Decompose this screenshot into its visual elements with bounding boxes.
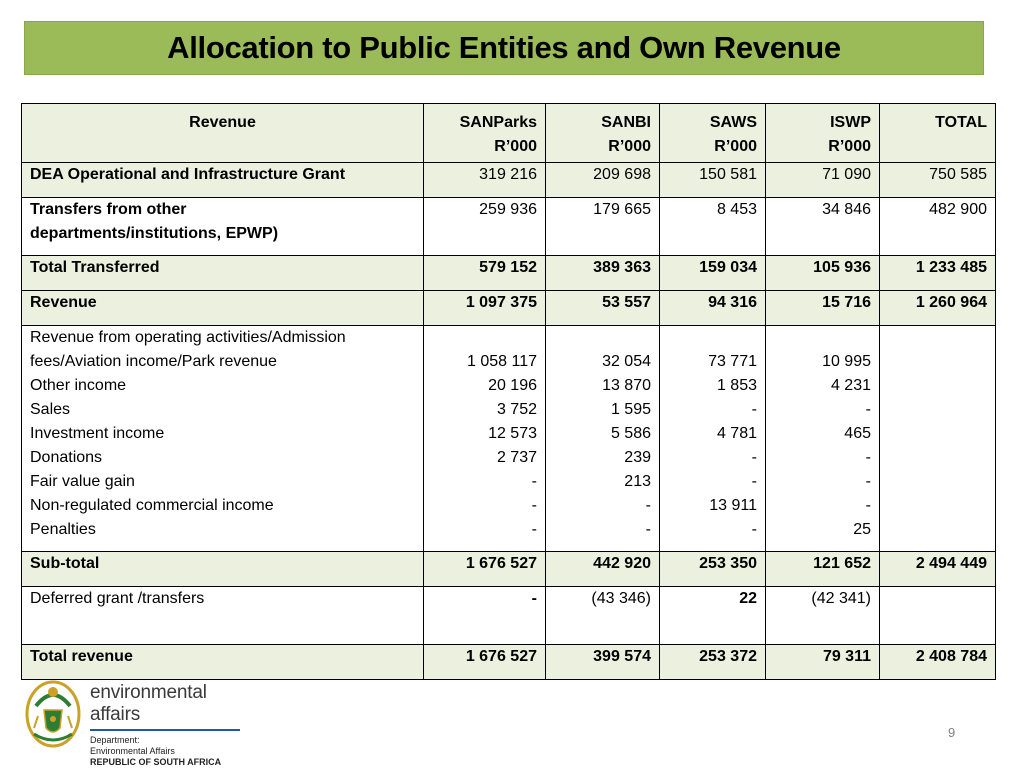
cell-value: 1 260 964 [879, 290, 996, 326]
cell-value [879, 586, 996, 645]
cell-value: 34 846 [765, 197, 880, 256]
cell-value-list: 10 995 4 231-465- - -25 [765, 325, 880, 552]
row-label: Total revenue [21, 644, 424, 680]
cell-value: 482 900 [879, 197, 996, 256]
cell-value: 105 936 [765, 255, 880, 291]
cell-value: 22 [659, 586, 766, 645]
cell-value: 389 363 [545, 255, 660, 291]
cell-value: 209 698 [545, 162, 660, 198]
row-label: Deferred grant /transfers [21, 586, 424, 645]
cell-value: 259 936 [423, 197, 546, 256]
logo-sub-line: Environmental Affairs [90, 746, 175, 756]
cell-value: 53 557 [545, 290, 660, 326]
table-row: Revenue from operating activities/Admiss… [21, 325, 996, 552]
row-label: Total Transferred [21, 255, 424, 291]
cell-value-list [879, 325, 996, 552]
cell-value: 121 652 [765, 551, 880, 587]
cell-value: 1 676 527 [423, 644, 546, 680]
cell-value: 8 453 [659, 197, 766, 256]
header-revenue: Revenue [21, 103, 424, 163]
table-row: DEA Operational and Infrastructure Grant… [21, 162, 996, 198]
header-saws: SAWS R’000 [659, 103, 766, 163]
cell-value-list: 1 058 117 20 196 3 752 12 573 2 737- - - [423, 325, 546, 552]
title-banner: Allocation to Public Entities and Own Re… [24, 21, 984, 75]
coat-of-arms-icon [25, 680, 81, 748]
page-number: 9 [948, 725, 956, 740]
page-title: Allocation to Public Entities and Own Re… [167, 30, 841, 65]
cell-value: 319 216 [423, 162, 546, 198]
row-label: Revenue [21, 290, 424, 326]
cell-value: (42 341) [765, 586, 880, 645]
header-total: TOTAL [879, 103, 996, 163]
cell-value: 79 311 [765, 644, 880, 680]
cell-value: 15 716 [765, 290, 880, 326]
cell-value: 750 585 [879, 162, 996, 198]
logo-divider [90, 729, 240, 731]
cell-value: 253 350 [659, 551, 766, 587]
table-row: Transfers from other departments/institut… [21, 197, 996, 256]
cell-value: 2 494 449 [879, 551, 996, 587]
cell-value: 1 097 375 [423, 290, 546, 326]
logo-sub-line: Department: [90, 735, 140, 745]
row-label: DEA Operational and Infrastructure Grant [21, 162, 424, 198]
table-row: Total revenue 1 676 527 399 574 253 372 … [21, 644, 996, 680]
cell-value: 150 581 [659, 162, 766, 198]
logo-name: environmental affairs [90, 682, 207, 725]
cell-value: 2 408 784 [879, 644, 996, 680]
cell-value-list: 32 054 13 870 1 595 5 586 239 213- - [545, 325, 660, 552]
department-logo: environmental affairs Department: Enviro… [24, 676, 246, 767]
cell-value: (43 346) [545, 586, 660, 645]
header-iswp: ISWP R’000 [765, 103, 880, 163]
logo-country: REPUBLIC OF SOUTH AFRICA [90, 757, 222, 767]
cell-value: 442 920 [545, 551, 660, 587]
table-header-row: Revenue SANParks R’000 SANBI R’000 SAWS R’0… [21, 103, 996, 163]
cell-value: 253 372 [659, 644, 766, 680]
revenue-table: Revenue SANParks R’000 SANBI R’000 SAWS R’0… [21, 103, 996, 680]
cell-value: 159 034 [659, 255, 766, 291]
table-row: Deferred grant /transfers - (43 346) 22 … [21, 586, 996, 645]
header-sanparks: SANParks R’000 [423, 103, 546, 163]
cell-value: 94 316 [659, 290, 766, 326]
table-row: Revenue 1 097 375 53 557 94 316 15 716 1… [21, 290, 996, 326]
table-row: Sub-total 1 676 527 442 920 253 350 121 … [21, 551, 996, 587]
cell-value: 399 574 [545, 644, 660, 680]
cell-value: - [423, 586, 546, 645]
cell-value: 179 665 [545, 197, 660, 256]
cell-value: 579 152 [423, 255, 546, 291]
row-label: Revenue from operating activities/Admiss… [21, 325, 424, 552]
row-label: Transfers from other departments/institut… [21, 197, 424, 256]
row-label: Sub-total [21, 551, 424, 587]
cell-value: 1 676 527 [423, 551, 546, 587]
header-sanbi: SANBI R’000 [545, 103, 660, 163]
table-row: Total Transferred 579 152 389 363 159 03… [21, 255, 996, 291]
cell-value: 1 233 485 [879, 255, 996, 291]
cell-value: 71 090 [765, 162, 880, 198]
cell-value-list: 73 771 1 853-4 781- -13 911- [659, 325, 766, 552]
